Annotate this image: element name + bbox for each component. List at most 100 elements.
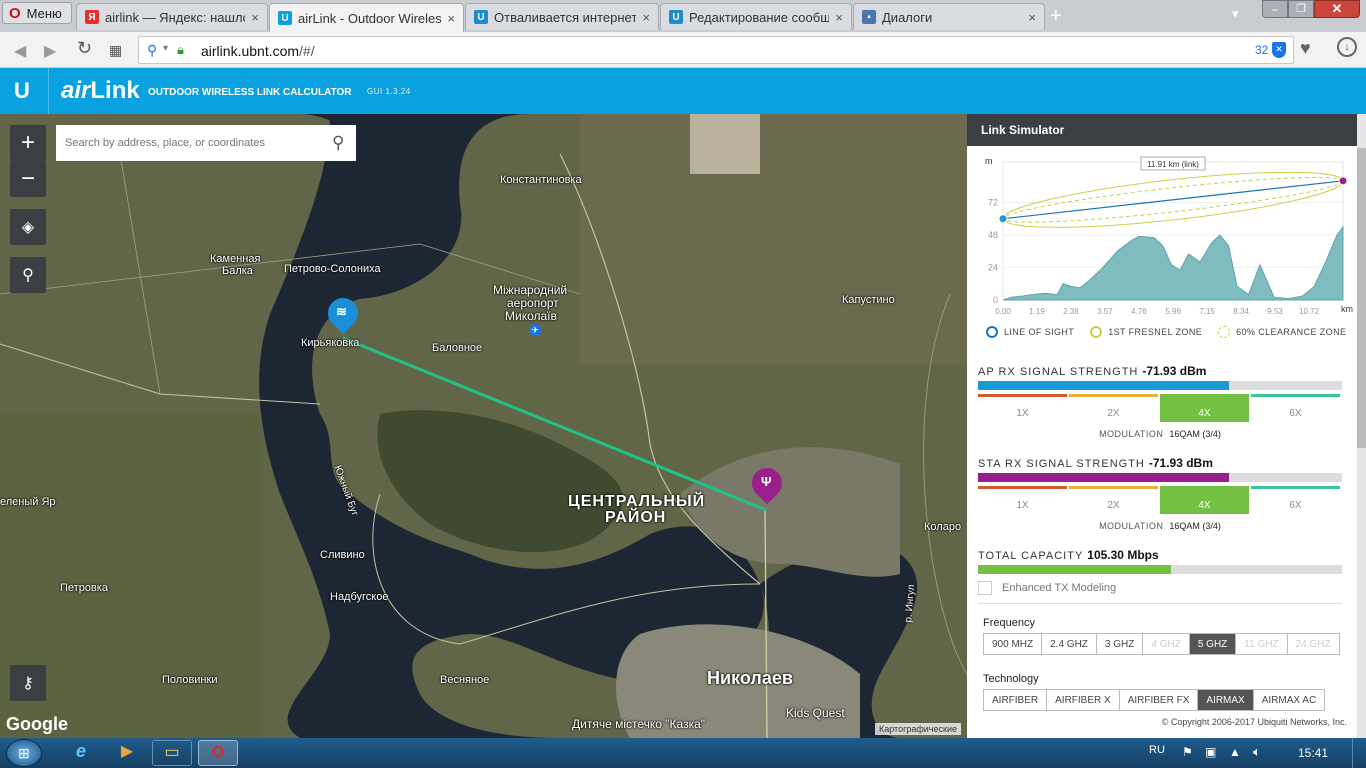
enhanced-tx-label: Enhanced TX Modeling xyxy=(1002,582,1117,594)
frequency-label: Frequency xyxy=(983,617,1035,629)
freq-option[interactable]: 11 GHZ xyxy=(1235,633,1287,655)
search-icon[interactable]: ⚲ xyxy=(332,133,344,153)
wifi-icon: ≋ xyxy=(336,304,347,319)
footer: © Copyright 2006-2017 Ubiquiti Networks,… xyxy=(967,712,1357,738)
technology-selector: AIRFIBER AIRFIBER X AIRFIBER FX AIRMAX AIRMA… xyxy=(983,689,1326,711)
close-tab-icon[interactable]: × xyxy=(447,11,455,26)
new-tab-button[interactable]: + xyxy=(1050,5,1062,28)
enhanced-tx-checkbox[interactable] xyxy=(978,581,992,595)
tech-option[interactable]: AIRMAX xyxy=(1197,689,1253,711)
ie-icon[interactable]: e xyxy=(64,741,98,765)
opera-menu-button[interactable]: O Меню xyxy=(2,2,72,24)
map-label: Сливино xyxy=(320,549,365,561)
dropdown-arrow-icon[interactable]: ▾ xyxy=(163,43,168,54)
browser-tab[interactable]: U Отваливается интернет | × xyxy=(465,3,659,30)
map-data-credit[interactable]: Картографические xyxy=(875,723,961,735)
y-tick-label: 0 xyxy=(993,295,998,305)
map-search: ⚲ xyxy=(56,125,356,161)
capacity-fill xyxy=(978,565,1171,574)
y-tick-label: 72 xyxy=(988,198,998,208)
tech-option[interactable]: AIRFIBER xyxy=(983,689,1047,711)
locations-button[interactable]: ⚲ xyxy=(10,257,46,293)
layers-icon: ◈ xyxy=(21,219,35,236)
freq-option[interactable]: 4 GHZ xyxy=(1142,633,1189,655)
map-label: Константиновка xyxy=(500,174,582,186)
tabs-menu-icon[interactable]: ▾ xyxy=(1232,6,1252,26)
freq-option[interactable]: 900 MHZ xyxy=(983,633,1042,655)
opera-taskbar-icon[interactable]: O xyxy=(198,740,238,766)
adblock-shield-icon[interactable]: ✕ xyxy=(1272,42,1286,58)
browser-tab[interactable]: U Редактирование сообщени × xyxy=(660,3,852,30)
legend-clearance: 60% CLEARANCE ZONE xyxy=(1218,326,1346,338)
start-button[interactable]: ⊞ xyxy=(6,739,42,767)
close-tab-icon[interactable]: × xyxy=(251,10,259,25)
browser-tab[interactable]: UairLink - Outdoor Wireless × xyxy=(269,3,464,32)
explorer-icon[interactable]: ▭ xyxy=(152,740,192,766)
close-window-button[interactable]: ✕ xyxy=(1314,0,1360,18)
close-tab-icon[interactable]: × xyxy=(835,10,843,25)
chat-icon: ▪ xyxy=(862,10,876,24)
url-field[interactable]: ⚲ ▾ 🔒︎ airlink.ubnt.com/#/ 32 ✕ xyxy=(138,36,1294,64)
close-tab-icon[interactable]: × xyxy=(1028,10,1036,25)
speed-dial-icon[interactable]: ▦ xyxy=(109,42,122,59)
map-label: Надбугское xyxy=(330,591,389,603)
reload-icon[interactable]: ↻ xyxy=(77,38,92,59)
action-center-icon[interactable]: ⚑ xyxy=(1182,745,1193,759)
device-icon[interactable]: ▣ xyxy=(1205,745,1216,759)
language-indicator[interactable]: RU xyxy=(1149,744,1165,756)
map-label: Баловное xyxy=(432,342,483,354)
circle-icon xyxy=(1090,326,1103,338)
browser-tab[interactable]: ▪ Диалоги × xyxy=(853,3,1045,30)
modulation-level-6x: 6X xyxy=(1251,394,1340,422)
network-icon[interactable]: ▲ xyxy=(1229,745,1241,759)
zoom-in-button[interactable]: + xyxy=(10,125,46,161)
secure-lock-icon: 🔒︎ xyxy=(177,42,184,57)
capacity-title: TOTAL CAPACITY 105.30 Mbps xyxy=(978,548,1159,562)
x-tick-label: 7.15 xyxy=(1199,307,1215,316)
x-tick-label: 3.57 xyxy=(1097,307,1113,316)
search-input[interactable] xyxy=(56,125,316,161)
browser-tab-title: airLink - Outdoor Wireless xyxy=(298,10,442,26)
maximize-button[interactable]: ❐ xyxy=(1288,0,1314,18)
browser-tab[interactable]: Яairlink — Яндекс: нашлось × xyxy=(76,3,268,30)
freq-option[interactable]: 24 GHZ xyxy=(1286,633,1340,655)
tech-option[interactable]: AIRFIBER X xyxy=(1046,689,1119,711)
freq-option[interactable]: 2.4 GHZ xyxy=(1041,633,1096,655)
heart-bookmark-icon[interactable]: ♥ xyxy=(1300,38,1311,59)
downloads-icon[interactable]: ↓ xyxy=(1337,37,1357,57)
map-view[interactable]: ≋ Ψ Константиновка Каменная Балка Петров… xyxy=(0,114,967,738)
show-desktop-button[interactable] xyxy=(1352,738,1366,768)
x-tick-label: 9.53 xyxy=(1267,307,1283,316)
x-tick-label: 0.00 xyxy=(995,307,1011,316)
layers-button[interactable]: ◈ xyxy=(10,209,46,245)
zoom-out-button[interactable]: − xyxy=(10,161,46,197)
modulation-level-1x: 1X xyxy=(978,486,1067,514)
forward-icon[interactable]: ▶ xyxy=(44,41,56,61)
freq-option[interactable]: 5 GHZ xyxy=(1188,633,1236,655)
map-label: Кирьяковка xyxy=(301,337,360,349)
address-bar: ◀ ▶ ↻ ▦ ⚲ ▾ 🔒︎ airlink.ubnt.com/#/ 32 ✕ … xyxy=(0,32,1366,68)
key-button[interactable]: ⚷ xyxy=(10,665,46,701)
opera-menu-label: Меню xyxy=(26,5,62,21)
tech-option[interactable]: AIRFIBER FX xyxy=(1118,689,1198,711)
tech-option[interactable]: AIRMAX AC xyxy=(1252,689,1326,711)
clock[interactable]: 15:41 xyxy=(1298,746,1328,760)
map-label: Коларо xyxy=(924,521,962,533)
frequency-selector: 900 MHZ 2.4 GHZ 3 GHZ 4 GHZ 5 GHZ 11 GHZ 24 GH… xyxy=(983,633,1340,655)
back-icon[interactable]: ◀ xyxy=(14,41,26,61)
map-label: Балка xyxy=(222,265,253,277)
media-player-icon[interactable]: ▶ xyxy=(110,741,144,765)
ubiquiti-logo-icon[interactable]: U xyxy=(14,78,38,104)
scrollbar-thumb[interactable] xyxy=(1357,148,1366,448)
minimize-button[interactable]: – xyxy=(1262,0,1288,18)
antenna-icon: Ψ xyxy=(761,474,772,489)
url-domain: airlink.ubnt.com xyxy=(201,43,300,59)
freq-option[interactable]: 3 GHZ xyxy=(1095,633,1143,655)
volume-icon[interactable]: 🔈︎ xyxy=(1253,744,1261,760)
location-pin-icon[interactable]: ⚲ xyxy=(147,42,157,59)
opera-logo-icon: O xyxy=(9,4,21,22)
ubnt-icon: U xyxy=(278,11,292,25)
ap-modulation: MODULATION 16QAM (3/4) xyxy=(1099,429,1221,439)
panel-scrollbar[interactable] xyxy=(1357,114,1366,738)
close-tab-icon[interactable]: × xyxy=(642,10,650,25)
